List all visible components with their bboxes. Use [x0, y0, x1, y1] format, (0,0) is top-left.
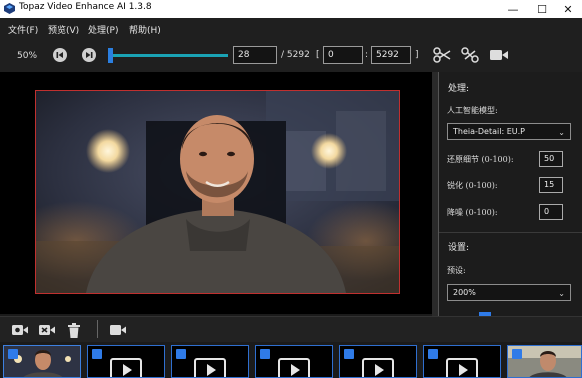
previous-frame-button[interactable]	[53, 48, 67, 62]
remove-video-icon[interactable]	[38, 323, 56, 337]
menu-process[interactable]: 处理(P)	[88, 23, 118, 36]
video-file-icon	[446, 358, 478, 377]
video-frame-image	[36, 91, 399, 293]
ai-model-label: 人工智能模型:	[447, 106, 498, 115]
range-bracket-open: [	[316, 50, 320, 60]
toolbar: 50% 28 / 5292 [ 0 : 5292 ]	[0, 40, 582, 72]
video-preview[interactable]	[0, 72, 432, 314]
clip-checkbox[interactable]	[344, 349, 354, 359]
clip-thumbnail[interactable]	[3, 345, 81, 378]
video-file-icon	[110, 358, 142, 377]
window-title: Topaz Video Enhance AI 1.3.8	[19, 2, 152, 12]
ai-model-select[interactable]: Theia-Detail: EU.P ⌄	[447, 123, 571, 140]
current-frame-input[interactable]: 28	[233, 46, 277, 64]
preset-select[interactable]: 200% ⌄	[447, 284, 571, 301]
skip-back-icon	[56, 52, 63, 58]
denoise-label: 降噪 (0-100):	[447, 208, 498, 217]
app-logo-icon	[4, 3, 15, 14]
clip-checkbox[interactable]	[260, 349, 270, 359]
menu-preview[interactable]: 预览(V)	[48, 23, 79, 36]
range-end-input[interactable]: 5292	[371, 46, 411, 64]
processing-section-title: 处理:	[448, 84, 470, 94]
menu-file[interactable]: 文件(F)	[8, 23, 38, 36]
scissors-icon[interactable]	[433, 47, 451, 63]
clip-thumbnail[interactable]	[507, 345, 582, 378]
timeline-slider[interactable]	[110, 54, 228, 57]
sharpen-input[interactable]: 15	[539, 177, 563, 193]
trash-icon[interactable]	[67, 323, 81, 338]
restore-detail-input[interactable]: 50	[539, 151, 563, 167]
denoise-input[interactable]: 0	[539, 204, 563, 220]
ai-model-value: Theia-Detail: EU.P	[453, 127, 525, 136]
clip-checkbox[interactable]	[428, 349, 438, 359]
settings-section-title: 设置:	[448, 243, 470, 253]
next-frame-button[interactable]	[82, 48, 96, 62]
skip-forward-icon	[86, 52, 93, 58]
clip-checkbox[interactable]	[176, 349, 186, 359]
clip-thumbnail[interactable]	[171, 345, 249, 378]
clip-thumbnail[interactable]	[339, 345, 417, 378]
video-file-icon	[362, 358, 394, 377]
clip-thumbnail[interactable]	[87, 345, 165, 378]
section-divider	[439, 232, 582, 233]
timeline-slider-handle[interactable]	[107, 48, 113, 63]
chevron-down-icon: ⌄	[558, 128, 565, 137]
zoom-level[interactable]: 50%	[17, 51, 37, 61]
toolbar-separator	[97, 320, 98, 338]
menu-bar: 文件(F) 预览(V) 处理(P) 帮助(H)	[0, 18, 582, 40]
sharpen-label: 锐化 (0-100):	[447, 181, 498, 190]
title-bar: Topaz Video Enhance AI 1.3.8 — ☐ ✕	[0, 0, 582, 18]
clip-thumbnail[interactable]	[255, 345, 333, 378]
preset-label: 预设:	[447, 266, 466, 275]
range-separator: :	[365, 50, 369, 60]
clip-checkbox[interactable]	[512, 349, 522, 359]
minimize-button[interactable]: —	[499, 0, 527, 18]
preset-value: 200%	[453, 288, 476, 297]
chevron-down-icon: ⌄	[558, 289, 565, 298]
video-frame	[35, 90, 400, 294]
settings-panel: 处理: 人工智能模型: Theia-Detail: EU.P ⌄ 还原细节 (0…	[438, 72, 582, 316]
video-file-icon	[278, 358, 310, 377]
maximize-button[interactable]: ☐	[528, 0, 556, 18]
split-scissors-icon[interactable]	[461, 47, 479, 63]
clip-checkbox[interactable]	[92, 349, 102, 359]
restore-detail-label: 还原细节 (0-100):	[447, 155, 514, 164]
video-camera-icon[interactable]	[489, 47, 509, 63]
video-file-icon	[194, 358, 226, 377]
close-button[interactable]: ✕	[554, 0, 582, 18]
video-camera-icon[interactable]	[109, 323, 127, 337]
clip-thumbnail[interactable]	[423, 345, 501, 378]
clip-list	[0, 342, 582, 378]
total-frames: / 5292	[281, 50, 310, 60]
clip-toolbar	[0, 316, 582, 342]
range-bracket-close: ]	[415, 50, 419, 60]
menu-help[interactable]: 帮助(H)	[129, 23, 161, 36]
clip-checkbox[interactable]	[8, 349, 18, 359]
add-video-icon[interactable]	[11, 323, 29, 337]
range-start-input[interactable]: 0	[323, 46, 363, 64]
